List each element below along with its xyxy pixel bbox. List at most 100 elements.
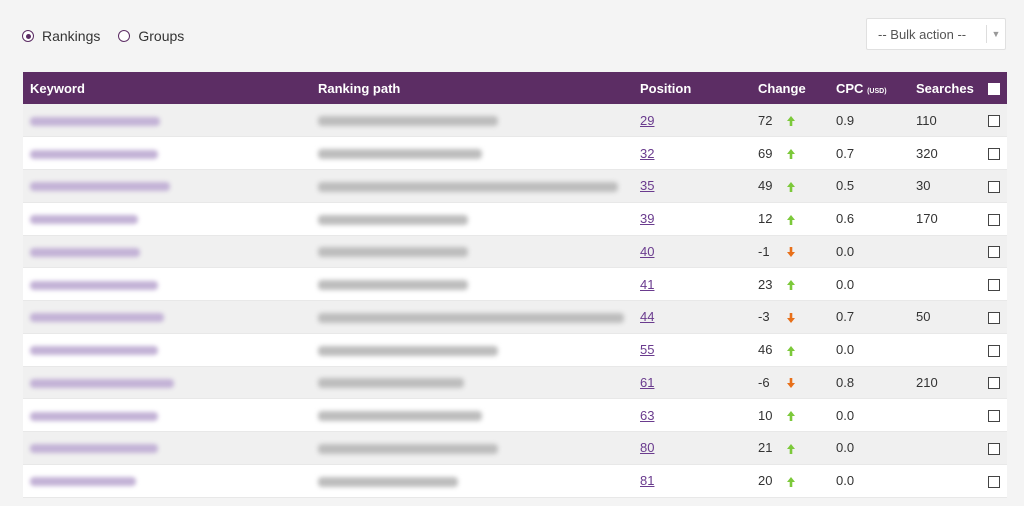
select-cell: [981, 104, 1007, 138]
keyword-redacted[interactable]: [30, 313, 164, 323]
position-link[interactable]: 40: [640, 244, 654, 259]
table-row: 80 21 0.0: [23, 431, 1007, 465]
keyword-cell[interactable]: [23, 235, 311, 269]
keyword-cell[interactable]: [23, 104, 311, 138]
radio-unselected-icon[interactable]: [118, 30, 131, 42]
position-cell: 40: [633, 235, 751, 269]
keyword-redacted[interactable]: [30, 215, 138, 225]
rankings-radio[interactable]: Rankings: [22, 28, 100, 44]
row-checkbox[interactable]: [988, 410, 1000, 423]
position-link[interactable]: 55: [640, 342, 654, 357]
keyword-redacted[interactable]: [30, 280, 158, 290]
ranking-path-cell: [311, 169, 633, 203]
keyword-cell[interactable]: [23, 333, 311, 367]
cpc-cell: 0.0: [829, 464, 909, 498]
row-checkbox[interactable]: [988, 377, 1000, 390]
keyword-cell[interactable]: [23, 464, 311, 498]
keyword-header[interactable]: Keyword: [23, 72, 311, 104]
table-row: 29 72 0.9 110: [23, 104, 1007, 138]
keyword-redacted[interactable]: [30, 444, 158, 454]
keyword-cell[interactable]: [23, 300, 311, 334]
ranking-path-redacted: [318, 181, 618, 192]
row-checkbox[interactable]: [988, 180, 1000, 193]
change-value: -6: [758, 374, 770, 390]
table-header-row: Keyword Ranking path Position Change CPC…: [23, 72, 1007, 104]
keyword-cell[interactable]: [23, 431, 311, 465]
ranking-path-redacted: [318, 149, 482, 160]
caret-down-icon[interactable]: ▼: [987, 29, 1005, 39]
arrow-down-icon: [787, 378, 795, 389]
position-link[interactable]: 35: [640, 178, 654, 193]
keyword-redacted[interactable]: [30, 116, 160, 126]
row-checkbox[interactable]: [988, 115, 1000, 128]
row-checkbox[interactable]: [988, 148, 1000, 161]
bulk-action-label: -- Bulk action --: [878, 26, 967, 42]
change-value: 12: [758, 211, 773, 227]
position-cell: 29: [633, 104, 751, 138]
radio-selected-icon[interactable]: [22, 30, 34, 42]
row-checkbox[interactable]: [988, 475, 1000, 488]
position-link[interactable]: 80: [640, 440, 654, 455]
position-cell: 80: [633, 431, 751, 465]
keyword-cell[interactable]: [23, 267, 311, 301]
row-checkbox[interactable]: [988, 344, 1000, 357]
change-header[interactable]: Change: [751, 72, 829, 104]
searches-cell: [909, 267, 981, 301]
keyword-redacted[interactable]: [30, 247, 140, 257]
ranking-path-header[interactable]: Ranking path: [311, 72, 633, 104]
keyword-redacted[interactable]: [30, 411, 158, 421]
select-all-checkbox[interactable]: [988, 83, 1000, 96]
position-link[interactable]: 44: [640, 309, 654, 324]
change-cell: -6: [751, 366, 829, 400]
keyword-cell[interactable]: [23, 398, 311, 432]
ranking-path-cell: [311, 398, 633, 432]
row-checkbox[interactable]: [988, 311, 1000, 324]
cpc-cell: 0.0: [829, 235, 909, 269]
position-link[interactable]: 32: [640, 146, 654, 161]
keyword-cell[interactable]: [23, 366, 311, 400]
row-checkbox[interactable]: [988, 279, 1000, 292]
select-cell: [981, 398, 1007, 432]
change-value: 49: [758, 178, 773, 194]
ranking-path-redacted: [318, 443, 498, 454]
keyword-cell[interactable]: [23, 202, 311, 236]
keyword-redacted[interactable]: [30, 346, 158, 356]
position-link[interactable]: 39: [640, 211, 654, 226]
position-link[interactable]: 29: [640, 113, 654, 128]
position-cell: 44: [633, 300, 751, 334]
keyword-redacted[interactable]: [30, 477, 136, 487]
searches-header[interactable]: Searches: [909, 72, 981, 104]
arrow-up-icon: [787, 149, 795, 160]
row-checkbox[interactable]: [988, 213, 1000, 226]
select-cell: [981, 169, 1007, 203]
row-checkbox[interactable]: [988, 246, 1000, 259]
position-link[interactable]: 41: [640, 277, 654, 292]
cpc-header[interactable]: CPC (USD): [829, 72, 909, 104]
groups-radio[interactable]: Groups: [118, 28, 184, 44]
position-link[interactable]: 63: [640, 408, 654, 423]
rankings-label: Rankings: [42, 28, 101, 44]
change-cell: -1: [751, 235, 829, 269]
position-header[interactable]: Position: [633, 72, 751, 104]
position-cell: 61: [633, 366, 751, 400]
row-checkbox[interactable]: [988, 442, 1000, 455]
bulk-action-select[interactable]: -- Bulk action -- ▼: [866, 18, 1006, 50]
ranking-path-cell: [311, 202, 633, 236]
change-cell: 69: [751, 136, 829, 170]
ranking-path-cell: [311, 333, 633, 367]
arrow-up-icon: [787, 476, 795, 487]
view-toggle: Rankings Groups: [22, 28, 202, 44]
select-cell: [981, 366, 1007, 400]
position-link[interactable]: 61: [640, 375, 654, 390]
ranking-path-cell: [311, 464, 633, 498]
select-cell: [981, 267, 1007, 301]
ranking-path-cell: [311, 235, 633, 269]
keyword-redacted[interactable]: [30, 378, 174, 388]
keyword-cell[interactable]: [23, 136, 311, 170]
position-link[interactable]: 81: [640, 473, 654, 488]
keyword-redacted[interactable]: [30, 149, 158, 159]
position-cell: 63: [633, 398, 751, 432]
position-cell: 39: [633, 202, 751, 236]
keyword-redacted[interactable]: [30, 182, 170, 192]
keyword-cell[interactable]: [23, 169, 311, 203]
